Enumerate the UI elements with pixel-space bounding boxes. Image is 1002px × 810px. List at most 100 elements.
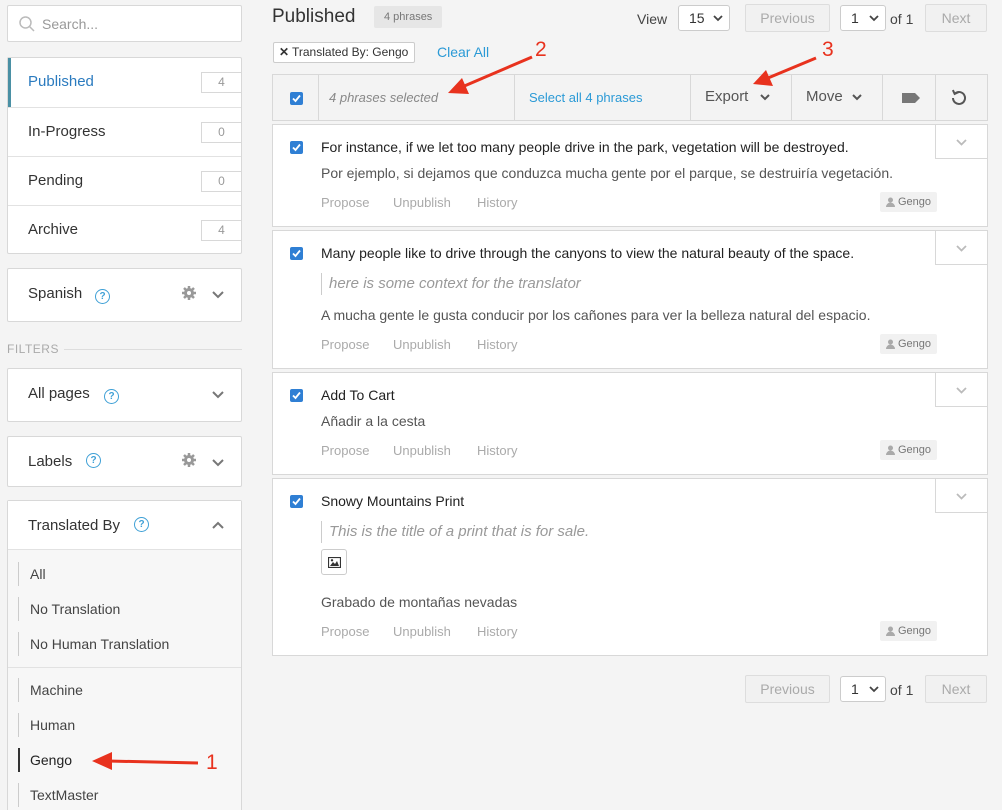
phrase-source[interactable]: Add To Cart	[321, 387, 395, 403]
chevron-down-icon	[956, 139, 967, 146]
phrase-count-badge: 4 phrases	[374, 6, 443, 28]
status-archive[interactable]: Archive 4	[8, 205, 241, 254]
phrase-card: For instance, if we let too many people …	[272, 124, 988, 227]
undo-icon[interactable]	[949, 88, 969, 108]
help-icon[interactable]: ?	[104, 389, 119, 404]
status-published[interactable]: Published 4	[8, 58, 241, 107]
translator-name: Gengo	[897, 196, 931, 208]
chevron-down-icon	[956, 387, 967, 394]
phrase-translation[interactable]: Añadir a la cesta	[321, 413, 425, 429]
filter-textmaster[interactable]: TextMaster	[18, 783, 98, 807]
previous-button[interactable]: Previous	[745, 4, 830, 32]
history-link[interactable]: History	[477, 624, 517, 639]
phrase-source[interactable]: For instance, if we let too many people …	[321, 139, 849, 155]
page-total: of 1	[890, 682, 914, 698]
filter-all[interactable]: All	[18, 562, 46, 586]
phrase-card: Add To Cart Añadir a la cesta Propose Un…	[272, 372, 988, 475]
status-label: Published	[28, 73, 94, 90]
chevron-down-icon[interactable]	[212, 291, 224, 299]
image-icon	[328, 557, 341, 568]
phrase-checkbox[interactable]	[290, 389, 303, 402]
active-filter-label: Translated By: Gengo	[292, 45, 409, 59]
all-pages-filter[interactable]: All pages ?	[7, 368, 242, 422]
chevron-down-icon[interactable]	[212, 459, 224, 467]
help-icon[interactable]: ?	[95, 289, 110, 304]
status-in-progress[interactable]: In-Progress 0	[8, 107, 241, 156]
filter-gengo[interactable]: Gengo	[18, 748, 72, 772]
export-label: Export	[705, 88, 749, 105]
chevron-up-icon[interactable]	[212, 521, 224, 529]
phrase-checkbox[interactable]	[290, 495, 303, 508]
unpublish-link[interactable]: Unpublish	[393, 624, 451, 639]
translator-badge: Gengo	[879, 440, 937, 460]
translator-badge: Gengo	[879, 334, 937, 354]
annotation-number: 1	[206, 751, 218, 774]
phrase-source[interactable]: Snowy Mountains Print	[321, 493, 464, 509]
chevron-down-icon[interactable]	[212, 391, 224, 399]
move-button[interactable]: Move	[792, 75, 882, 120]
chevron-down-icon	[956, 493, 967, 500]
propose-link[interactable]: Propose	[321, 195, 369, 210]
help-icon[interactable]: ?	[134, 517, 149, 532]
unpublish-link[interactable]: Unpublish	[393, 195, 451, 210]
next-button[interactable]: Next	[925, 4, 987, 32]
gear-icon[interactable]	[181, 452, 197, 468]
next-button[interactable]: Next	[925, 675, 987, 703]
select-all-checkbox[interactable]	[290, 92, 303, 105]
phrase-checkbox[interactable]	[290, 247, 303, 260]
expand-button[interactable]	[935, 478, 988, 513]
translator-name: Gengo	[897, 625, 931, 637]
expand-button[interactable]	[935, 124, 988, 159]
page-value: 1	[851, 681, 859, 697]
history-link[interactable]: History	[477, 337, 517, 352]
all-pages-label: All pages	[28, 385, 90, 402]
search-icon	[19, 16, 35, 32]
translator-badge: Gengo	[879, 621, 937, 641]
page-select[interactable]: 1	[840, 5, 886, 31]
language-label: Spanish	[28, 285, 83, 302]
unpublish-link[interactable]: Unpublish	[393, 443, 451, 458]
filter-machine[interactable]: Machine	[18, 678, 83, 702]
language-selector[interactable]: Spanish ?	[7, 268, 242, 322]
search-input[interactable]	[42, 14, 232, 34]
status-count: 0	[201, 171, 241, 192]
phrase-source[interactable]: Many people like to drive through the ca…	[321, 245, 854, 261]
propose-link[interactable]: Propose	[321, 624, 369, 639]
help-icon[interactable]: ?	[86, 453, 101, 468]
select-all-link[interactable]: Select all 4 phrases	[529, 90, 642, 105]
phrase-translation[interactable]: A mucha gente le gusta conducir por los …	[321, 307, 870, 323]
remove-filter-icon[interactable]: ✕	[279, 43, 289, 62]
history-link[interactable]: History	[477, 195, 517, 210]
active-filter-chip[interactable]: ✕ Translated By: Gengo	[273, 42, 416, 63]
view-select[interactable]: 15	[678, 5, 730, 31]
page-title: Published	[272, 6, 356, 27]
search-box[interactable]	[7, 5, 242, 42]
export-button[interactable]: Export	[691, 75, 791, 120]
view-label: View	[637, 11, 668, 27]
status-count: 0	[201, 122, 241, 143]
page-select[interactable]: 1	[840, 676, 886, 702]
expand-button[interactable]	[935, 372, 988, 407]
unpublish-link[interactable]: Unpublish	[393, 337, 451, 352]
translator-badge: Gengo	[879, 192, 937, 212]
filters-heading: FILTERS	[7, 342, 59, 356]
gear-icon[interactable]	[181, 285, 197, 301]
filter-no-translation[interactable]: No Translation	[18, 597, 120, 621]
chevron-down-icon	[760, 94, 770, 101]
status-pending[interactable]: Pending 0	[8, 156, 241, 205]
screenshot-button[interactable]	[321, 549, 347, 575]
propose-link[interactable]: Propose	[321, 443, 369, 458]
propose-link[interactable]: Propose	[321, 337, 369, 352]
labels-filter[interactable]: Labels ?	[7, 436, 242, 487]
previous-button[interactable]: Previous	[745, 675, 830, 703]
tag-icon[interactable]	[901, 92, 921, 104]
phrase-checkbox[interactable]	[290, 141, 303, 154]
expand-button[interactable]	[935, 230, 988, 265]
filter-no-human-translation[interactable]: No Human Translation	[18, 632, 169, 656]
phrase-translation[interactable]: Grabado de montañas nevadas	[321, 594, 517, 610]
filter-human[interactable]: Human	[18, 713, 75, 737]
clear-all-link[interactable]: Clear All	[437, 44, 489, 60]
history-link[interactable]: History	[477, 443, 517, 458]
phrase-translation[interactable]: Por ejemplo, si dejamos que conduzca muc…	[321, 165, 893, 181]
translated-by-header[interactable]: Translated By ?	[8, 501, 241, 550]
